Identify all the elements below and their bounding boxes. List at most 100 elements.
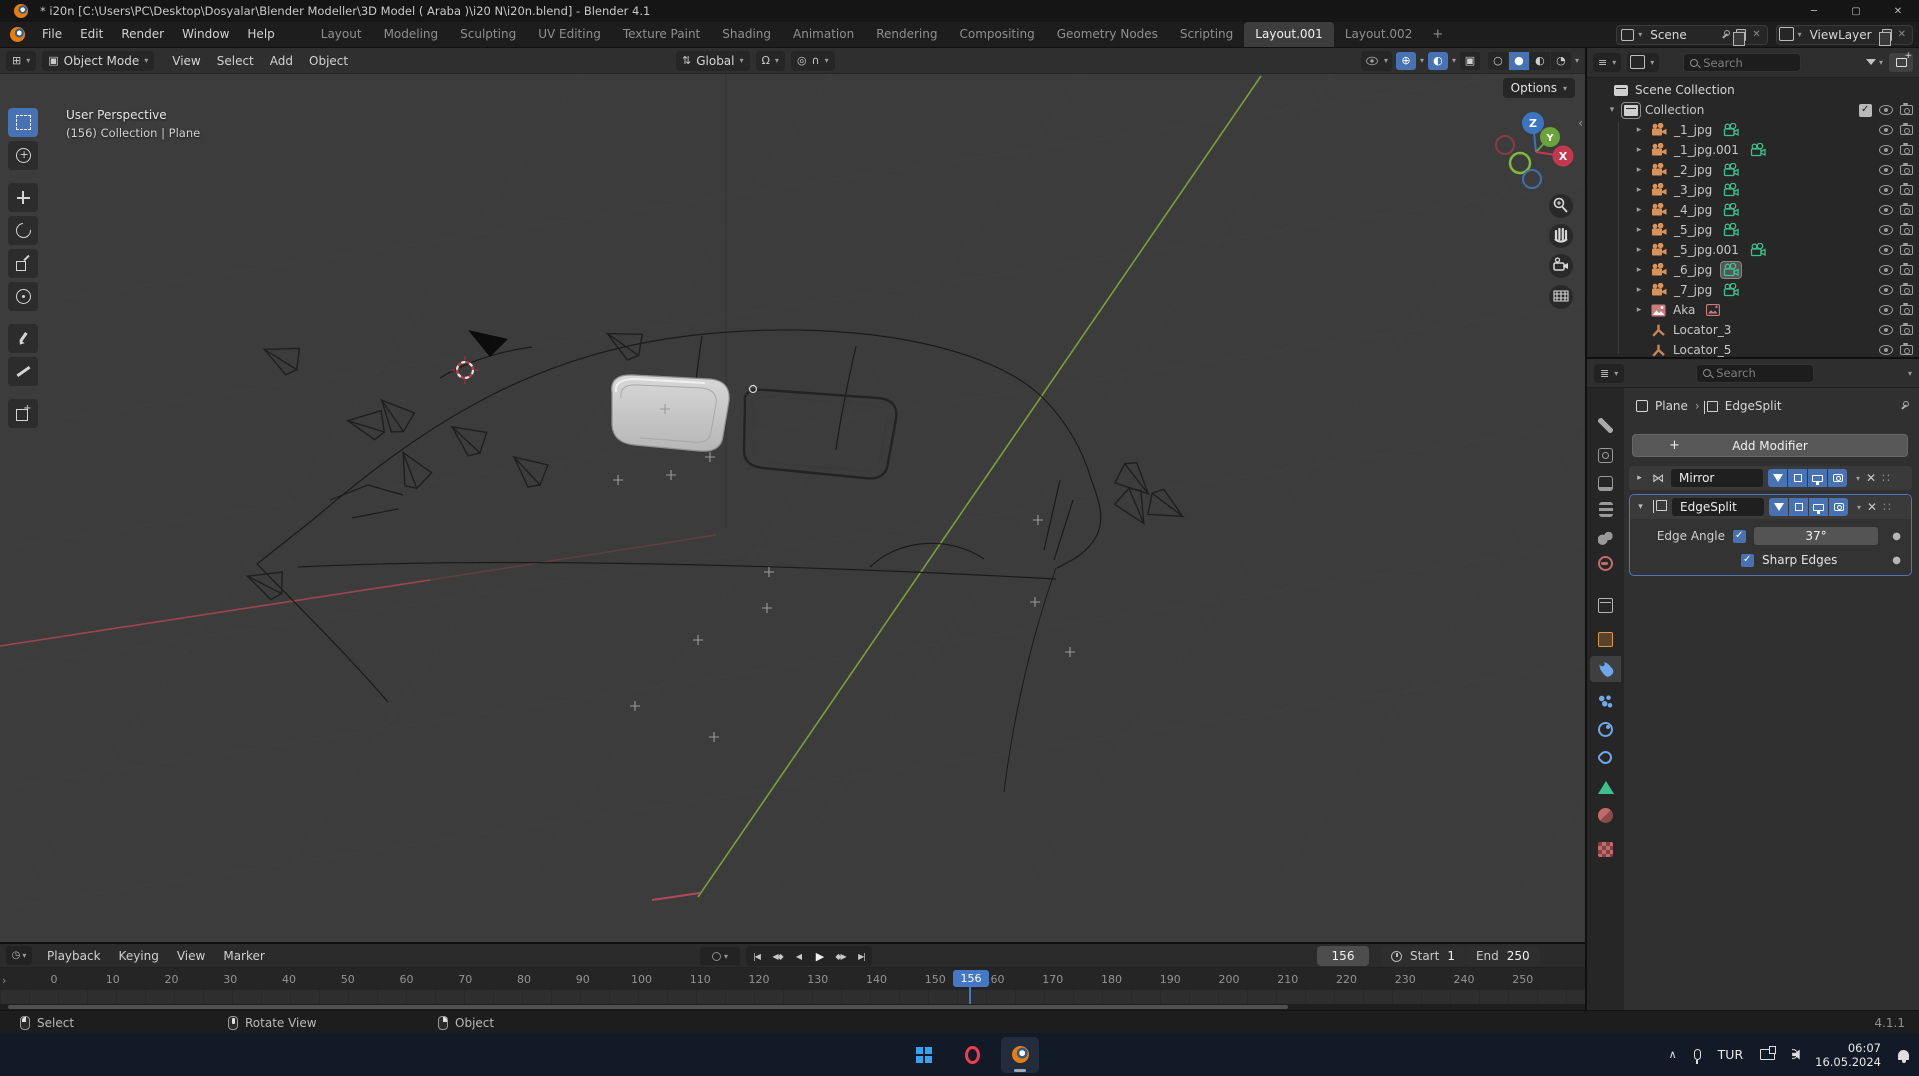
disable-in-render-toggle[interactable] xyxy=(1900,123,1913,135)
animate-dot-icon[interactable]: ● xyxy=(1892,531,1901,542)
workspace-tab[interactable]: Geometry Nodes xyxy=(1046,22,1169,47)
outliner-filter-type-button[interactable]: ▾ xyxy=(1627,53,1660,72)
properties-tab-physics[interactable] xyxy=(1590,716,1621,742)
breadcrumb-object[interactable]: Plane xyxy=(1655,399,1688,413)
disable-in-render-toggle[interactable] xyxy=(1900,283,1913,295)
empty-objects[interactable] xyxy=(613,404,1075,742)
outliner-object-row[interactable]: ▸ _7_jpg xyxy=(1587,280,1919,300)
workspace-tab[interactable]: Layout.001 xyxy=(1244,22,1334,47)
expand-arrow-icon[interactable]: ▸ xyxy=(1633,165,1645,175)
expand-arrow-icon[interactable]: ▸ xyxy=(1633,225,1645,235)
workspace-tab[interactable]: Animation xyxy=(782,22,865,47)
new-scene-icon[interactable] xyxy=(1733,28,1747,46)
close-button[interactable]: ✕ xyxy=(1877,0,1919,22)
end-frame-field[interactable]: End 250 xyxy=(1465,946,1540,966)
new-viewlayer-icon[interactable] xyxy=(1878,28,1892,46)
menu-item[interactable]: Help xyxy=(238,22,283,47)
add-workspace-button[interactable]: + xyxy=(1423,27,1452,42)
auto-keying-toggle[interactable]: ▾ xyxy=(700,947,740,965)
remove-viewlayer-icon[interactable]: ✕ xyxy=(1896,29,1908,40)
disable-in-render-toggle[interactable] xyxy=(1900,323,1913,335)
properties-options-icon[interactable]: ▾ xyxy=(1908,369,1912,378)
render-toggle[interactable] xyxy=(1828,469,1847,487)
gizmos-toggle[interactable]: ⊕ xyxy=(1395,51,1416,70)
delete-modifier-icon[interactable]: ✕ xyxy=(1867,500,1877,514)
workspace-tab[interactable]: UV Editing xyxy=(527,22,612,47)
workspace-tab[interactable]: Scripting xyxy=(1169,22,1244,47)
mirror-modifier-header[interactable]: ▸ ⋈ Mirror ▾ ✕ ∷ xyxy=(1629,466,1912,490)
viewport-menu-item[interactable]: Add xyxy=(262,54,301,68)
timeline-expand-icon[interactable]: › xyxy=(2,974,6,987)
measure[interactable] xyxy=(8,357,38,386)
extras-dropdown-icon[interactable]: ▾ xyxy=(1857,503,1861,512)
menu-item[interactable]: Edit xyxy=(71,22,112,47)
viewport-menu-item[interactable]: Object xyxy=(301,54,356,68)
outliner-search-input[interactable] xyxy=(1703,55,1784,70)
car-door-panel[interactable] xyxy=(611,374,730,452)
taskbar-clock[interactable]: 06:07 16.05.2024 xyxy=(1815,1041,1881,1069)
cursor[interactable] xyxy=(8,141,38,170)
shading-wireframe-button[interactable]: ○ xyxy=(1487,51,1508,70)
add-cube[interactable] xyxy=(8,399,38,428)
hide-in-viewport-toggle[interactable] xyxy=(1879,145,1893,155)
properties-tab-object[interactable] xyxy=(1590,626,1621,652)
properties-tab-modifiers[interactable] xyxy=(1590,656,1621,682)
select-box[interactable] xyxy=(8,108,38,137)
options-button[interactable]: Options ▾ xyxy=(1502,78,1575,98)
timeline-menu-item[interactable]: Playback xyxy=(38,949,110,963)
axis-neg-x-handle[interactable] xyxy=(1495,135,1515,155)
timeline-track[interactable] xyxy=(0,990,1585,1004)
new-collection-button[interactable] xyxy=(1889,51,1913,72)
mode-selector[interactable]: ▣ Object Mode ▾ xyxy=(42,50,155,71)
disable-in-render-toggle[interactable] xyxy=(1900,143,1913,155)
annotate[interactable] xyxy=(8,324,38,353)
outliner-object-row[interactable]: ▸ _1_jpg xyxy=(1587,120,1919,140)
expand-arrow-icon[interactable]: ▸ xyxy=(1633,185,1645,195)
properties-tab-render[interactable] xyxy=(1590,442,1621,468)
expand-arrow-icon[interactable]: ▸ xyxy=(1633,305,1645,315)
zoom-button[interactable] xyxy=(1549,194,1573,218)
transform[interactable] xyxy=(8,282,38,311)
overlays-toggle[interactable]: ◐ xyxy=(1427,51,1448,70)
on-cage-toggle[interactable] xyxy=(1769,498,1788,516)
scene-collection-row[interactable]: Scene Collection xyxy=(1587,80,1919,100)
properties-tab-tool[interactable] xyxy=(1590,412,1621,438)
disable-in-render-toggle[interactable] xyxy=(1900,303,1913,315)
hide-in-viewport-toggle[interactable] xyxy=(1879,325,1893,335)
viewport-menu-item[interactable]: View xyxy=(164,54,208,68)
rotate[interactable] xyxy=(8,216,38,245)
timeline-menu-item[interactable]: Keying xyxy=(110,949,168,963)
editor-type-button[interactable]: ⊞ ▾ xyxy=(6,50,37,71)
modifier-name-field[interactable]: EdgeSplit xyxy=(1672,498,1764,516)
prev-keyframe-button[interactable]: ◀◆ xyxy=(767,946,788,966)
playhead-line[interactable] xyxy=(969,987,971,1004)
workspace-tab[interactable]: Texture Paint xyxy=(612,22,711,47)
timeline-menu-item[interactable]: View xyxy=(168,949,214,963)
next-keyframe-button[interactable]: ◆▶ xyxy=(830,946,851,966)
expand-arrow-icon[interactable]: ▸ xyxy=(1633,145,1645,155)
jump-to-end-button[interactable]: ▶| xyxy=(851,946,872,966)
playhead-badge[interactable]: 156 xyxy=(953,970,989,987)
expand-arrow-icon[interactable]: ▸ xyxy=(1633,285,1645,295)
orthographic-toggle-button[interactable] xyxy=(1549,285,1573,309)
outliner-object-row[interactable]: ▸ _4_jpg xyxy=(1587,200,1919,220)
hide-in-viewport-toggle[interactable] xyxy=(1879,305,1893,315)
scale[interactable] xyxy=(8,249,38,278)
viewlayer-selector[interactable]: ▾ ViewLayer ✕ xyxy=(1775,24,1913,46)
outliner-object-row[interactable]: ▸ _6_jpg xyxy=(1587,260,1919,280)
properties-tab-collection[interactable] xyxy=(1590,592,1621,618)
delete-modifier-icon[interactable]: ✕ xyxy=(1866,471,1876,485)
unlink-scene-icon[interactable]: ✕ xyxy=(1750,29,1762,40)
outliner-object-row[interactable]: ▸ _1_jpg.001 xyxy=(1587,140,1919,160)
menu-item[interactable]: Window xyxy=(173,22,238,47)
properties-tab-world[interactable] xyxy=(1590,550,1621,576)
hide-in-viewport-toggle[interactable] xyxy=(1879,165,1893,175)
expand-arrow-icon[interactable]: ▸ xyxy=(1634,473,1645,483)
collapse-arrow-icon[interactable]: ▾ xyxy=(1635,502,1646,512)
workspace-tab[interactable]: Sculpting xyxy=(449,22,527,47)
menu-item[interactable]: Render xyxy=(112,22,173,47)
hide-in-viewport-toggle[interactable] xyxy=(1879,345,1893,355)
breadcrumb-modifier[interactable]: EdgeSplit xyxy=(1725,399,1782,413)
expand-arrow-icon[interactable]: ▸ xyxy=(1633,205,1645,215)
jump-to-start-button[interactable]: |◀ xyxy=(746,946,767,966)
